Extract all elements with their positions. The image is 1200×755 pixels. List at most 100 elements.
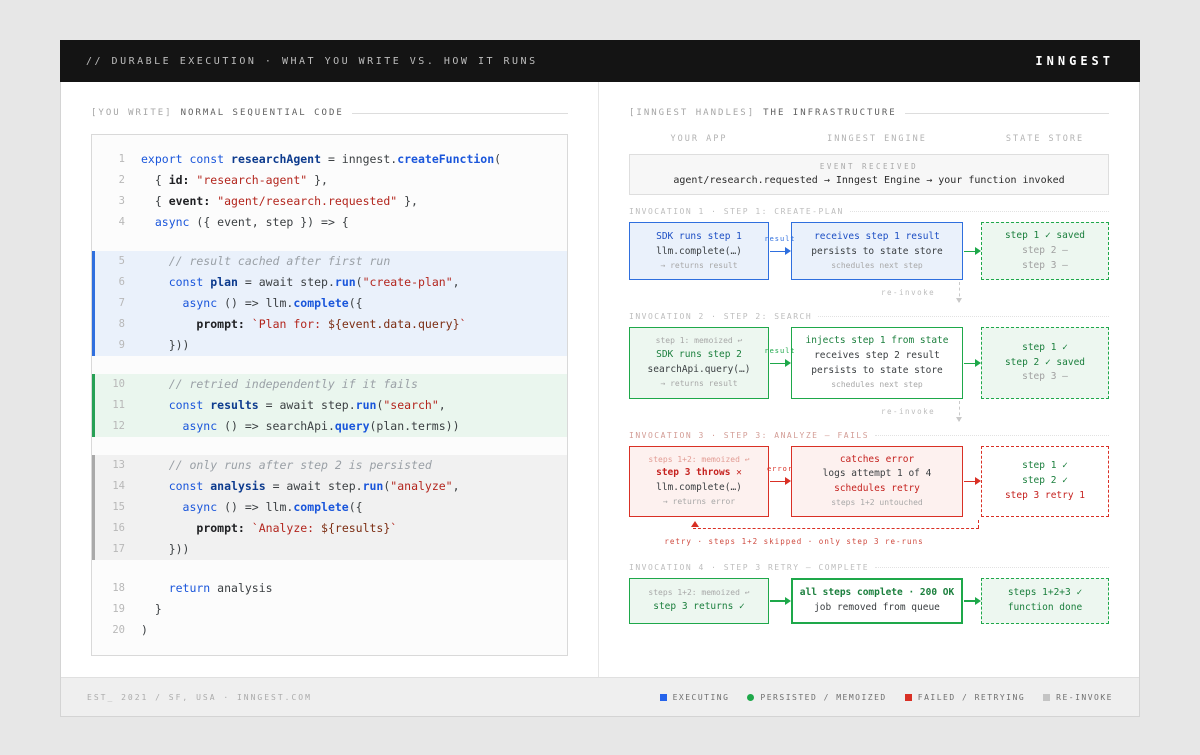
code-token: event: [169, 194, 211, 208]
line-number: 1 [95, 149, 125, 170]
arrow-line [770, 600, 786, 602]
box-line: searchApi.query(…) [634, 364, 764, 377]
code-text: const results = await step.run("search", [141, 395, 446, 416]
box-line: steps 1+2 untouched [796, 498, 958, 509]
code-pane-label: [YOU WRITE] NORMAL SEQUENTIAL CODE [91, 108, 568, 118]
code-text: const analysis = await step.run("analyze… [141, 476, 460, 497]
code-token: async [141, 500, 217, 514]
box-line: step 2 ✓ [986, 475, 1104, 488]
box-line: steps 1+2: memoized ↩ [634, 455, 764, 466]
line-number: 8 [95, 314, 125, 335]
header-tagline: // DURABLE EXECUTION · WHAT YOU WRITE VS… [86, 56, 538, 67]
legend-label: PERSISTED / MEMOIZED [760, 693, 886, 702]
box-line: schedules next step [796, 261, 958, 272]
code-text: return analysis [141, 578, 273, 599]
code-token: createFunction [397, 152, 494, 166]
code-token: = await step. [259, 398, 356, 412]
box-line: catches error [796, 454, 958, 467]
invocation-row: step 1: memoized ↩SDK runs step 2searchA… [629, 327, 1109, 398]
code-token: prompt: [196, 521, 244, 535]
failed-retrying-color-chip-icon [905, 694, 912, 701]
line-number: 18 [95, 578, 125, 599]
arrow-head-icon [975, 359, 981, 367]
infra-pane-label-bracket: [INNGEST HANDLES] [629, 108, 755, 118]
line-number: 19 [95, 599, 125, 620]
code-line: 16 prompt: `Analyze: ${results}` [92, 518, 567, 539]
code-line: 8 prompt: `Plan for: ${event.data.query}… [92, 314, 567, 335]
line-number: 15 [95, 497, 125, 518]
code-line: 17 })) [92, 539, 567, 560]
code-token: return [141, 581, 217, 595]
code-token: = await step. [266, 479, 363, 493]
line-number: 10 [95, 374, 125, 395]
code-token: () => llm. [217, 296, 293, 310]
code-token: = inngest. [321, 152, 397, 166]
arrow-label: result [764, 347, 795, 355]
code-token [245, 521, 252, 535]
box-line: step 1 ✓ [986, 342, 1104, 355]
flow-arrow: result [769, 244, 791, 258]
code-token: analysis [210, 479, 265, 493]
box-line: logs attempt 1 of 4 [796, 468, 958, 481]
code-line: 3 { event: "agent/research.requested" }, [92, 191, 567, 212]
invocation-label: INVOCATION 1 · STEP 1: CREATE-PLAN [629, 207, 1109, 216]
flow-box: SDK runs step 1llm.complete(…)→ returns … [629, 222, 769, 280]
code-token: "analyze" [390, 479, 452, 493]
invocation-row: SDK runs step 1llm.complete(…)→ returns … [629, 222, 1109, 280]
code-pane-label-bracket: [YOU WRITE] [91, 108, 173, 118]
code-token: "search" [383, 398, 438, 412]
code-text: ) [141, 620, 148, 641]
code-line: 11 const results = await step.run("searc… [92, 395, 567, 416]
box-line: schedules next step [796, 380, 958, 391]
line-number: 13 [95, 455, 125, 476]
code-token: ${results} [321, 521, 390, 535]
code-token [245, 317, 252, 331]
code-line: 7 async () => llm.complete({ [92, 293, 567, 314]
code-text: // only runs after step 2 is persisted [141, 455, 432, 476]
code-line: 6 const plan = await step.run("create-pl… [92, 272, 567, 293]
retry-dashed-arrow-icon [693, 528, 979, 529]
code-token: results [210, 398, 258, 412]
flow-arrow [963, 594, 981, 608]
line-number: 16 [95, 518, 125, 539]
code-text: })) [141, 539, 189, 560]
column-header-your-app: YOUR APP [629, 134, 769, 144]
code-token: , [439, 398, 446, 412]
retry-loop-connector: retry · steps 1+2 skipped · only step 3 … [629, 521, 1109, 553]
arrow-head-icon [975, 247, 981, 255]
code-line: 10 // retried independently if it fails [92, 374, 567, 395]
code-token: () => llm. [217, 500, 293, 514]
code-token: complete [293, 296, 348, 310]
code-line: 1export const researchAgent = inngest.cr… [92, 149, 567, 170]
code-token: }, [397, 194, 418, 208]
code-token: // only runs after step 2 is persisted [141, 458, 432, 472]
box-line: step 3 — [986, 260, 1104, 273]
invocation-label: INVOCATION 2 · STEP 2: SEARCH [629, 312, 1109, 321]
column-header-inngest-engine: INNGEST ENGINE [791, 134, 963, 144]
code-token: (plan.terms)) [370, 419, 460, 433]
code-line: 5 // result cached after first run [92, 251, 567, 272]
executing-color-chip-icon [660, 694, 667, 701]
box-line: job removed from queue [797, 602, 957, 615]
box-line: → returns result [634, 261, 764, 272]
code-text: } [141, 599, 162, 620]
flow-box: injects step 1 from statereceives step 2… [791, 327, 963, 398]
code-token: , [453, 479, 460, 493]
code-token [141, 521, 196, 535]
page-card: // DURABLE EXECUTION · WHAT YOU WRITE VS… [60, 40, 1140, 717]
box-line: step 2 ✓ saved [986, 357, 1104, 370]
invocation-row: steps 1+2: memoized ↩step 3 throws ✕llm.… [629, 446, 1109, 517]
line-number: 14 [95, 476, 125, 497]
box-line: step 1 ✓ saved [986, 230, 1104, 243]
line-number: 4 [95, 212, 125, 233]
top-header-bar: // DURABLE EXECUTION · WHAT YOU WRITE VS… [60, 40, 1140, 82]
code-token: `Plan for: [252, 317, 328, 331]
flow-box: steps 1+2+3 ✓function done [981, 578, 1109, 624]
arrow-head-icon [975, 597, 981, 605]
reinvoke-connector: re-invoke [629, 401, 1109, 421]
code-token: run [356, 398, 377, 412]
line-number: 11 [95, 395, 125, 416]
code-text: async () => searchApi.query(plan.terms)) [141, 416, 460, 437]
code-token: async [141, 296, 217, 310]
code-token: "create-plan" [363, 275, 453, 289]
